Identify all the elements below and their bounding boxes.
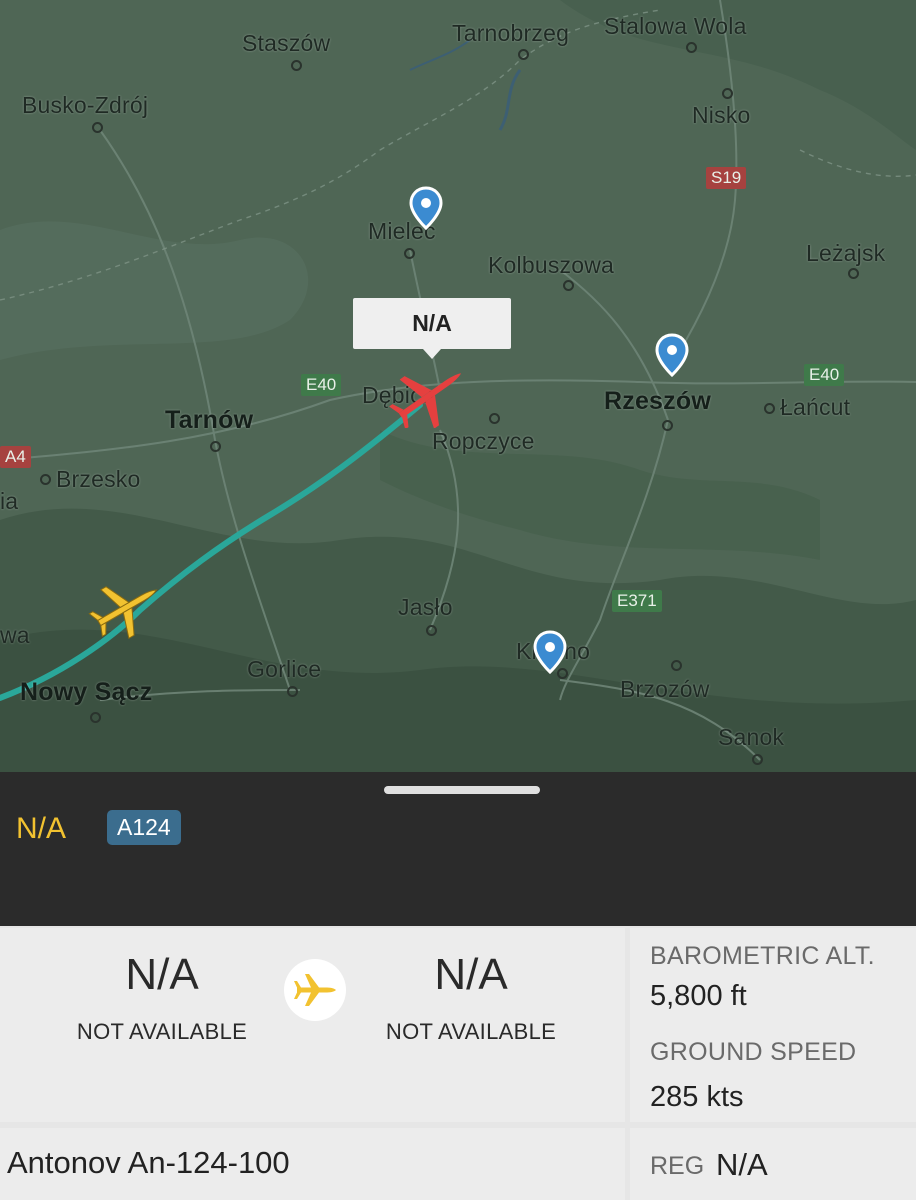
road-shield: A4: [0, 446, 31, 468]
place-dot: [489, 413, 500, 424]
place-label: Kolbuszowa: [488, 252, 615, 278]
ground-speed-label: GROUND SPEED: [650, 1038, 857, 1066]
aircraft-name: Antonov An-124-100: [7, 1145, 290, 1180]
place-label: Brzesko: [56, 466, 141, 492]
place-label: ia: [0, 488, 19, 514]
place-dot: [90, 712, 101, 723]
road-shield: E371: [612, 590, 662, 612]
place-dot: [686, 42, 697, 53]
place-dot: [671, 660, 682, 671]
place-dot: [752, 754, 763, 765]
place-label: Tarnów: [165, 406, 254, 434]
reg-value: N/A: [716, 1147, 768, 1182]
selected-flight-callout[interactable]: N/A: [353, 298, 511, 359]
origin-city: NOT AVAILABLE: [76, 1019, 248, 1044]
place-dot: [518, 49, 529, 60]
place-label: Busko-Zdrój: [22, 92, 149, 118]
aircraft-type-badge: A124: [107, 810, 181, 845]
place-dot: [764, 403, 775, 414]
airport-pin-icon[interactable]: [409, 186, 443, 230]
place-dot: [404, 248, 415, 259]
destination-city: NOT AVAILABLE: [385, 1019, 557, 1044]
place-label: Łańcut: [780, 394, 851, 420]
place-dot: [210, 441, 221, 452]
place-dot: [662, 420, 673, 431]
place-label: Sanok: [718, 724, 785, 750]
plane-direction-icon: [284, 959, 346, 1021]
flight-stats: BAROMETRIC ALT. 5,800 ft GROUND SPEED 28…: [630, 928, 916, 1122]
place-label: Rzeszów: [604, 387, 711, 415]
flight-info-panel: N/A NOT AVAILABLE N/A NOT AVAILABLE BARO…: [0, 926, 916, 1200]
route-section[interactable]: N/A NOT AVAILABLE N/A NOT AVAILABLE: [0, 928, 625, 1122]
place-dot: [40, 474, 51, 485]
place-label: Gorlice: [247, 656, 322, 682]
place-label: wa: [0, 622, 30, 648]
place-dot: [291, 60, 302, 71]
place-label: Brzozów: [620, 676, 710, 702]
flight-map[interactable]: Staszów Tarnobrzeg Stalowa Wola Busko-Zd…: [0, 0, 916, 772]
place-label: Stalowa Wola: [604, 13, 747, 39]
drag-handle[interactable]: [384, 786, 540, 794]
barometric-alt-label: BAROMETRIC ALT.: [650, 942, 875, 970]
place-label: Staszów: [242, 30, 331, 56]
origin-code: N/A: [125, 950, 199, 999]
place-dot: [563, 280, 574, 291]
aircraft-section[interactable]: Antonov An-124-100: [0, 1128, 625, 1200]
place-dot: [287, 686, 298, 697]
place-label: Nowy Sącz: [20, 678, 153, 706]
place-label: Jasło: [398, 594, 453, 620]
flight-bottom-sheet[interactable]: N/A A124: [0, 772, 916, 926]
airport-pin-icon[interactable]: [533, 630, 567, 674]
airport-pin-icon[interactable]: [655, 333, 689, 377]
road-shield: E40: [301, 374, 342, 396]
road-shield: S19: [706, 167, 747, 189]
place-label: Ropczyce: [432, 428, 535, 454]
reg-label: REG: [650, 1152, 705, 1180]
place-dot: [848, 268, 859, 279]
road-shield: E40: [804, 364, 845, 386]
place-label: Tarnobrzeg: [452, 20, 570, 46]
registration-section: REG N/A: [630, 1128, 916, 1200]
place-dot: [92, 122, 103, 133]
place-dot: [426, 625, 437, 636]
place-label: Leżajsk: [806, 240, 886, 266]
barometric-alt-value: 5,800 ft: [650, 980, 747, 1012]
destination-code: N/A: [434, 950, 508, 999]
place-label: Nisko: [692, 102, 751, 128]
place-dot: [722, 88, 733, 99]
flight-callsign: N/A: [16, 812, 67, 845]
ground-speed-value: 285 kts: [650, 1081, 744, 1113]
